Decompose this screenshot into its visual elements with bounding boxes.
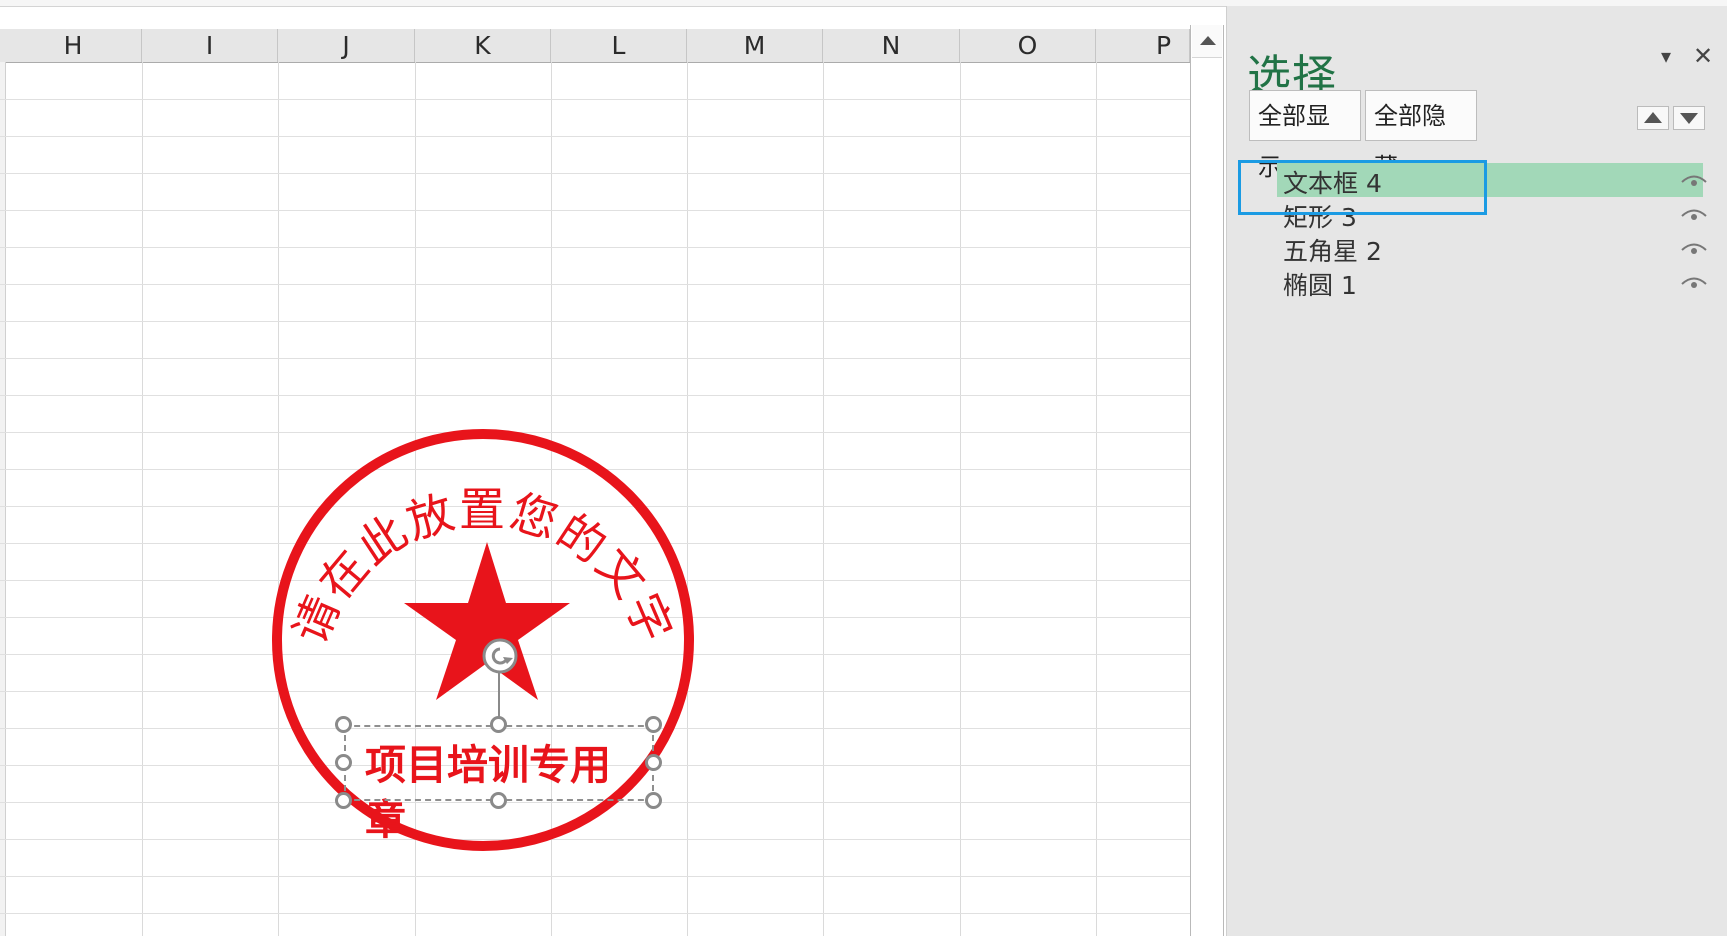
object-item-rectangle[interactable]: 矩形 3 [1277,197,1717,232]
resize-handle-top-right[interactable] [645,716,662,733]
grid-column-line [1096,62,1097,936]
scroll-up-button[interactable] [1192,25,1222,58]
grid-column-line [142,62,143,936]
send-backward-button[interactable] [1673,106,1705,130]
seal-textbox[interactable]: 项目培训专用 [365,735,632,795]
resize-handle-bottom-left[interactable] [335,792,352,809]
rotate-handle-icon[interactable] [482,638,518,674]
grid-row-line [0,99,1190,100]
grid-row-line [0,210,1190,211]
triangle-up-icon [1644,112,1662,123]
pane-options-dropdown-icon[interactable]: ▾ [1661,44,1671,68]
column-header-k[interactable]: K [415,29,551,62]
grid-row-line [0,173,1190,174]
column-header-h[interactable]: H [5,29,142,62]
grid-row-line [0,913,1190,914]
pane-close-icon[interactable]: ✕ [1693,42,1713,70]
resize-handle-top-left[interactable] [335,716,352,733]
object-item-textbox[interactable]: 文本框 4 [1277,163,1717,198]
hide-all-button[interactable]: 全部隐藏 [1365,90,1477,181]
grid-row-line [0,247,1190,248]
vertical-scrollbar[interactable] [1190,25,1224,936]
row-header-edge [0,62,6,936]
bring-forward-button[interactable] [1637,106,1669,130]
resize-handle-top[interactable] [490,716,507,733]
grid-column-line [823,62,824,936]
resize-handle-left[interactable] [335,754,352,771]
seal-textbox-overflow: 章 [365,796,406,844]
object-item-label: 五角星 2 [1283,237,1382,266]
grid-row-line [0,876,1190,877]
eye-icon[interactable] [1681,275,1707,291]
grid-row-line [0,284,1190,285]
resize-handle-bottom[interactable] [490,792,507,809]
arrow-up-icon [1200,36,1216,45]
column-header-m[interactable]: M [687,29,823,62]
rotate-icon [482,638,518,674]
grid-column-line [960,62,961,936]
resize-handle-right[interactable] [645,754,662,771]
column-header-o[interactable]: O [960,29,1096,62]
object-item-label: 文本框 4 [1283,169,1382,198]
selection-pane: 选择 ▾ ✕ 全部显示 全部隐藏 文本框 4 矩形 3 五角星 2 椭圆 1 [1226,6,1727,936]
column-header-i[interactable]: I [142,29,278,62]
column-header-l[interactable]: L [551,29,687,62]
star-shape[interactable] [404,542,570,700]
object-item-label: 矩形 3 [1283,203,1357,232]
object-item-ellipse[interactable]: 椭圆 1 [1277,265,1717,300]
column-header-n[interactable]: N [823,29,960,62]
column-header-p[interactable]: P [1096,29,1190,62]
grid-row-line [0,358,1190,359]
eye-icon[interactable] [1681,207,1707,223]
resize-handle-bottom-right[interactable] [645,792,662,809]
grid-row-line [0,321,1190,322]
object-item-label: 椭圆 1 [1283,271,1357,300]
eye-icon[interactable] [1681,241,1707,257]
grid-row-line [0,136,1190,137]
show-all-button[interactable]: 全部显示 [1249,90,1361,181]
object-item-star[interactable]: 五角星 2 [1277,231,1717,266]
triangle-down-icon [1680,113,1698,124]
seal-textbox-label: 项目培训专用 [365,741,611,789]
column-header-j[interactable]: J [278,29,415,62]
grid-row-line [0,395,1190,396]
eye-icon[interactable] [1681,173,1707,189]
